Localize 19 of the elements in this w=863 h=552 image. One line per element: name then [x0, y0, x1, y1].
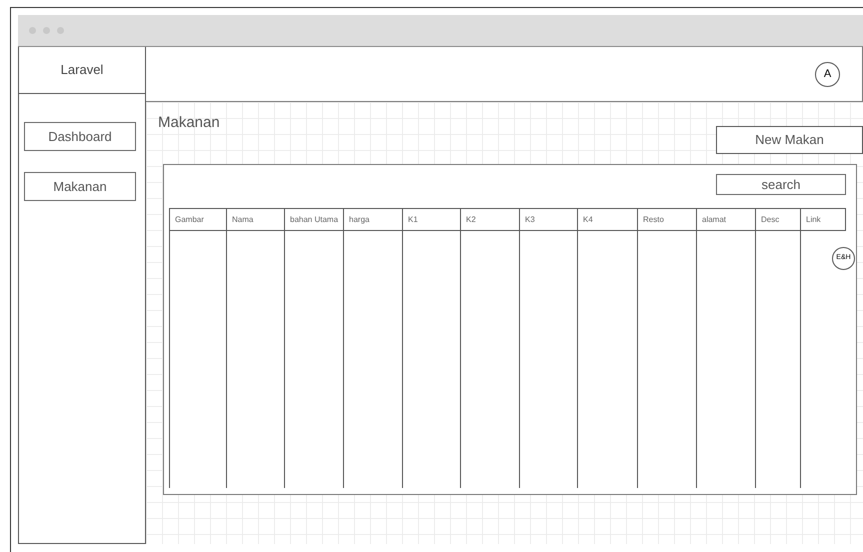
- column-header: K1: [403, 208, 461, 231]
- avatar-button[interactable]: A: [815, 62, 840, 86]
- column-header: K2: [461, 208, 520, 231]
- column-header: alamat: [697, 208, 756, 231]
- column-header: bahan Utama: [285, 208, 344, 231]
- column-header: Gambar: [170, 208, 227, 231]
- search-field[interactable]: search: [716, 174, 846, 195]
- column-header: Nama: [227, 208, 285, 231]
- sidebar-item[interactable]: Makanan: [24, 172, 136, 201]
- column-header: K4: [578, 208, 638, 231]
- page-title: Makanan: [158, 114, 220, 133]
- new-button[interactable]: New Makan: [716, 126, 863, 154]
- sidebar-item[interactable]: Dashboard: [24, 122, 136, 151]
- column-header: Desc: [756, 208, 801, 231]
- column-header: K3: [520, 208, 578, 231]
- column-header: Link: [801, 208, 846, 231]
- column-header: Resto: [638, 208, 697, 231]
- column-header: harga: [344, 208, 403, 231]
- brand-label: Laravel: [19, 47, 145, 94]
